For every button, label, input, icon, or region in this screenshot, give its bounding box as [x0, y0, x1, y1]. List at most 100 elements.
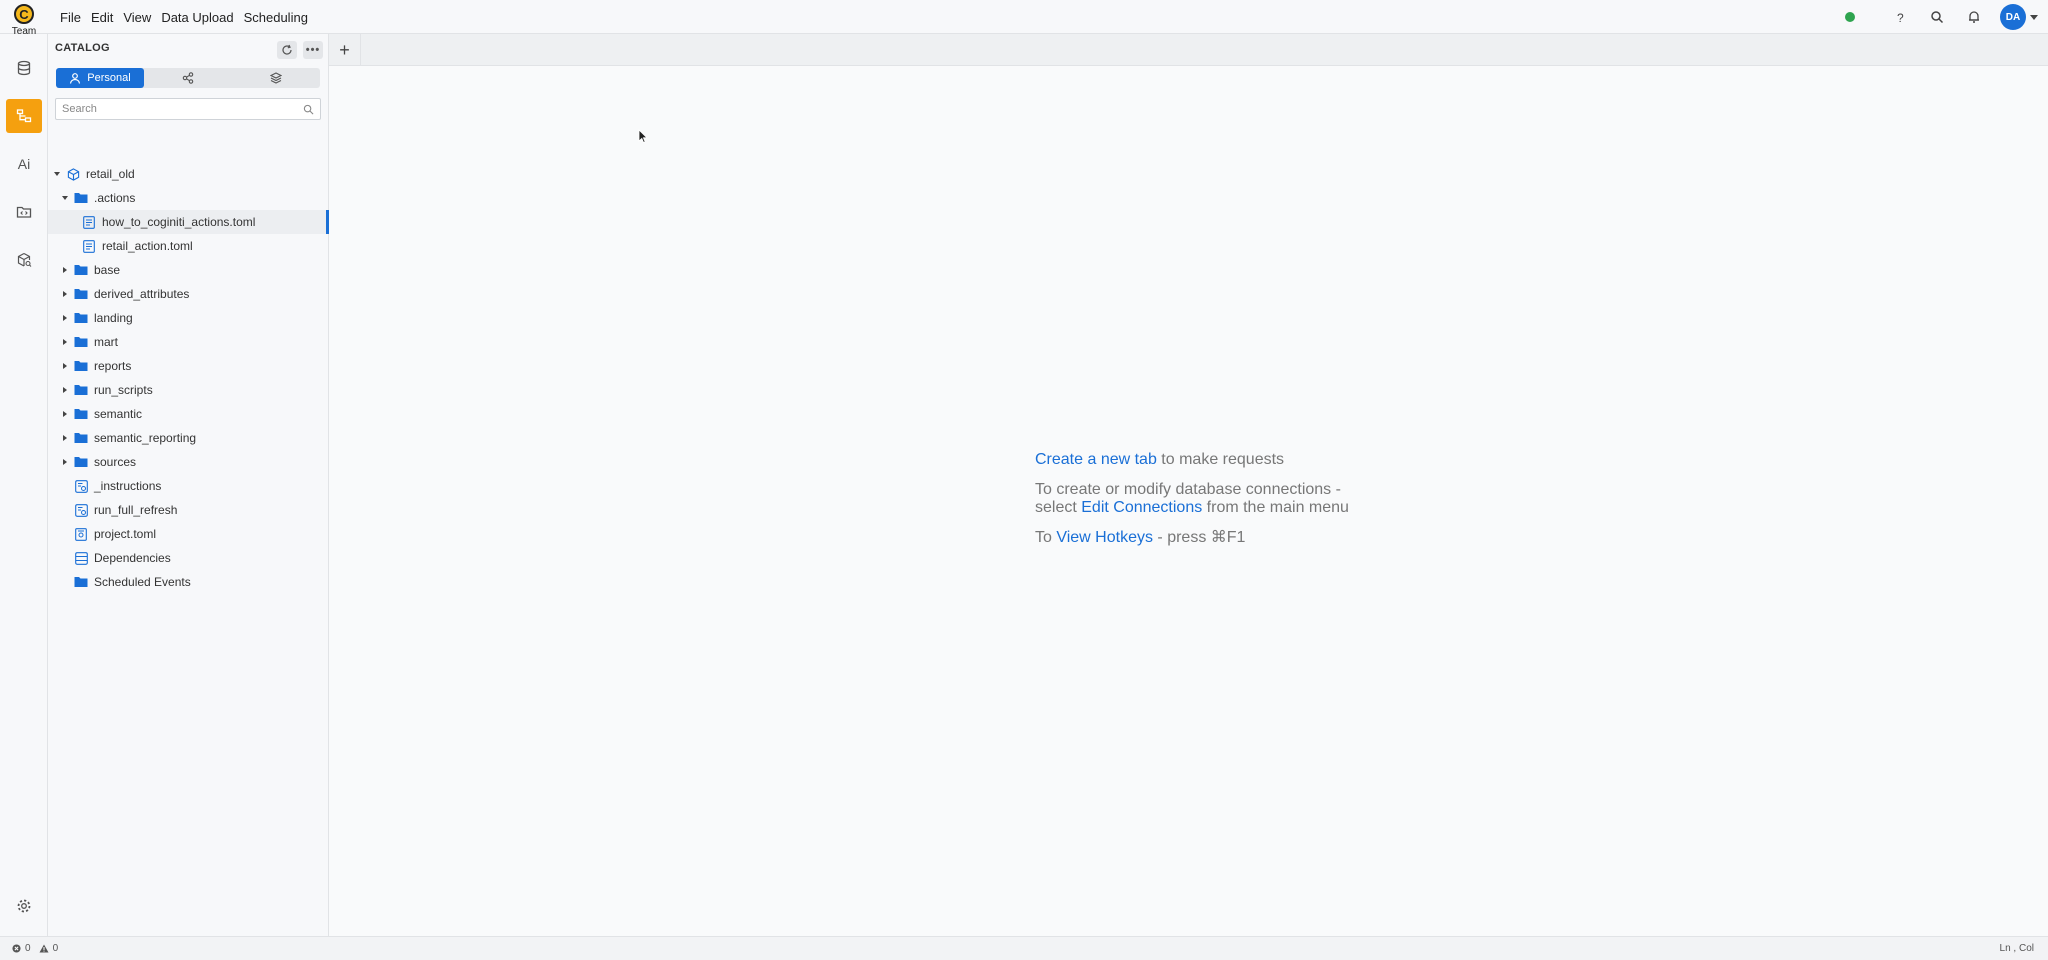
tree-row[interactable]: sources [48, 450, 329, 474]
tab-personal[interactable]: Personal [56, 68, 144, 88]
tree-row-label: semantic_reporting [94, 431, 197, 445]
tree-row[interactable]: mart [48, 330, 329, 354]
help-button[interactable]: ? [1881, 0, 1918, 34]
tree-row[interactable]: run_full_refresh [48, 498, 329, 522]
tree-row[interactable]: retail_action.toml [48, 234, 329, 258]
rail-catalog-button[interactable] [6, 99, 42, 133]
gear-icon [17, 899, 31, 913]
hotkeys-prefix: To [1035, 529, 1057, 546]
chevron-right-icon[interactable] [60, 459, 70, 465]
tab-layers[interactable] [232, 68, 320, 88]
new-tab-button[interactable]: + [329, 34, 361, 66]
chevron-right-icon[interactable] [60, 315, 70, 321]
tree-row-label: derived_attributes [94, 287, 190, 301]
tree-row[interactable]: landing [48, 306, 329, 330]
rail-folder-button[interactable] [6, 195, 42, 229]
folder-code-icon [16, 206, 32, 218]
error-count: 0 [25, 943, 31, 954]
script-icon [74, 479, 88, 493]
ai-icon: Ai [17, 156, 31, 172]
user-avatar[interactable]: DA [2000, 4, 2026, 30]
chevron-right-icon[interactable] [60, 339, 70, 345]
problems-indicator[interactable]: 0 0 [12, 943, 58, 954]
tree-row[interactable]: retail_old [48, 162, 329, 186]
tree-row[interactable]: derived_attributes [48, 282, 329, 306]
tree-row-label: Scheduled Events [94, 575, 191, 589]
editor-tab-strip: + [329, 34, 2048, 66]
package-icon [66, 167, 80, 181]
catalog-title: CATALOG [55, 42, 110, 54]
create-new-tab-link[interactable]: Create a new tab [1035, 451, 1157, 468]
tree-row[interactable]: base [48, 258, 329, 282]
error-icon [12, 944, 21, 953]
file-icon [82, 239, 96, 253]
tree-row-label: _instructions [94, 479, 162, 493]
chevron-down-icon[interactable] [2030, 14, 2038, 20]
create-tab-line: Create a new tab to make requests [1035, 451, 1349, 469]
connections-prefix: select [1035, 499, 1082, 516]
tree-row[interactable]: Scheduled Events [48, 570, 329, 594]
tree-row[interactable]: Dependencies [48, 546, 329, 570]
folder-icon [74, 287, 88, 301]
chevron-down-icon[interactable] [52, 172, 62, 176]
bell-icon [1968, 11, 1979, 23]
tree-row[interactable]: reports [48, 354, 329, 378]
tree-row-label: semantic [94, 407, 143, 421]
refresh-button[interactable] [277, 41, 297, 59]
menu-edit[interactable]: Edit [86, 10, 118, 25]
script-icon [74, 503, 88, 517]
menu-scheduling[interactable]: Scheduling [239, 10, 313, 25]
chevron-right-icon[interactable] [60, 411, 70, 417]
tree-row[interactable]: how_to_coginiti_actions.toml [48, 210, 329, 234]
tree-row-label: landing [94, 311, 133, 325]
create-tab-text: to make requests [1156, 451, 1285, 468]
welcome-message: Create a new tab to make requests To cre… [1035, 451, 1349, 559]
connections-line: To create or modify database connections… [1035, 481, 1349, 517]
hotkeys-suffix: - press ⌘F1 [1152, 529, 1246, 546]
tree-row[interactable]: semantic_reporting [48, 426, 329, 450]
status-bar: 0 0 Ln , Col [0, 936, 2048, 960]
chevron-right-icon[interactable] [60, 267, 70, 273]
hotkeys-line: To View Hotkeys - press ⌘F1 [1035, 529, 1349, 547]
tree-row[interactable]: project.toml [48, 522, 329, 546]
menu-data-upload[interactable]: Data Upload [156, 10, 238, 25]
search-input[interactable] [62, 103, 303, 115]
search-button[interactable] [1918, 0, 1955, 34]
menu-view[interactable]: View [118, 10, 156, 25]
catalog-tree-icon [16, 109, 32, 123]
notifications-button[interactable] [1955, 0, 1992, 34]
menu-file[interactable]: File [55, 10, 86, 25]
view-hotkeys-link[interactable]: View Hotkeys [1056, 529, 1153, 546]
chevron-down-icon[interactable] [60, 196, 70, 200]
chevron-right-icon[interactable] [60, 291, 70, 297]
rail-settings-button[interactable] [6, 889, 42, 923]
tree-row[interactable]: .actions [48, 186, 329, 210]
tree-row-label: project.toml [94, 527, 157, 541]
top-bar: C Team File Edit View Data Upload Schedu… [0, 0, 2048, 37]
svg-text:?: ? [1897, 11, 1904, 24]
catalog-search [55, 98, 321, 120]
chevron-right-icon[interactable] [60, 363, 70, 369]
tree-row[interactable]: _instructions [48, 474, 329, 498]
folder-icon [74, 407, 88, 421]
chevron-right-icon[interactable] [60, 387, 70, 393]
connections-suffix: from the main menu [1202, 499, 1349, 516]
tab-shared[interactable] [144, 68, 232, 88]
package-search-icon [17, 252, 32, 267]
folder-icon [74, 383, 88, 397]
tree-row-label: retail_action.toml [102, 239, 193, 253]
more-options-button[interactable]: ••• [303, 41, 323, 59]
connections-text-1: To create or modify database connections… [1035, 481, 1341, 498]
main-editor-area: Create a new tab to make requests To cre… [329, 66, 2048, 936]
dependencies-icon [74, 551, 88, 565]
edit-connections-link[interactable]: Edit Connections [1081, 499, 1202, 516]
tree-row-label: run_full_refresh [94, 503, 178, 517]
tree-row[interactable]: semantic [48, 402, 329, 426]
chevron-right-icon[interactable] [60, 435, 70, 441]
rail-database-button[interactable] [6, 51, 42, 85]
cursor-position: Ln , Col [1999, 943, 2034, 954]
tree-row[interactable]: run_scripts [48, 378, 329, 402]
rail-ai-button[interactable]: Ai [6, 147, 42, 181]
rail-packages-button[interactable] [6, 243, 42, 277]
folder-icon [74, 575, 88, 589]
